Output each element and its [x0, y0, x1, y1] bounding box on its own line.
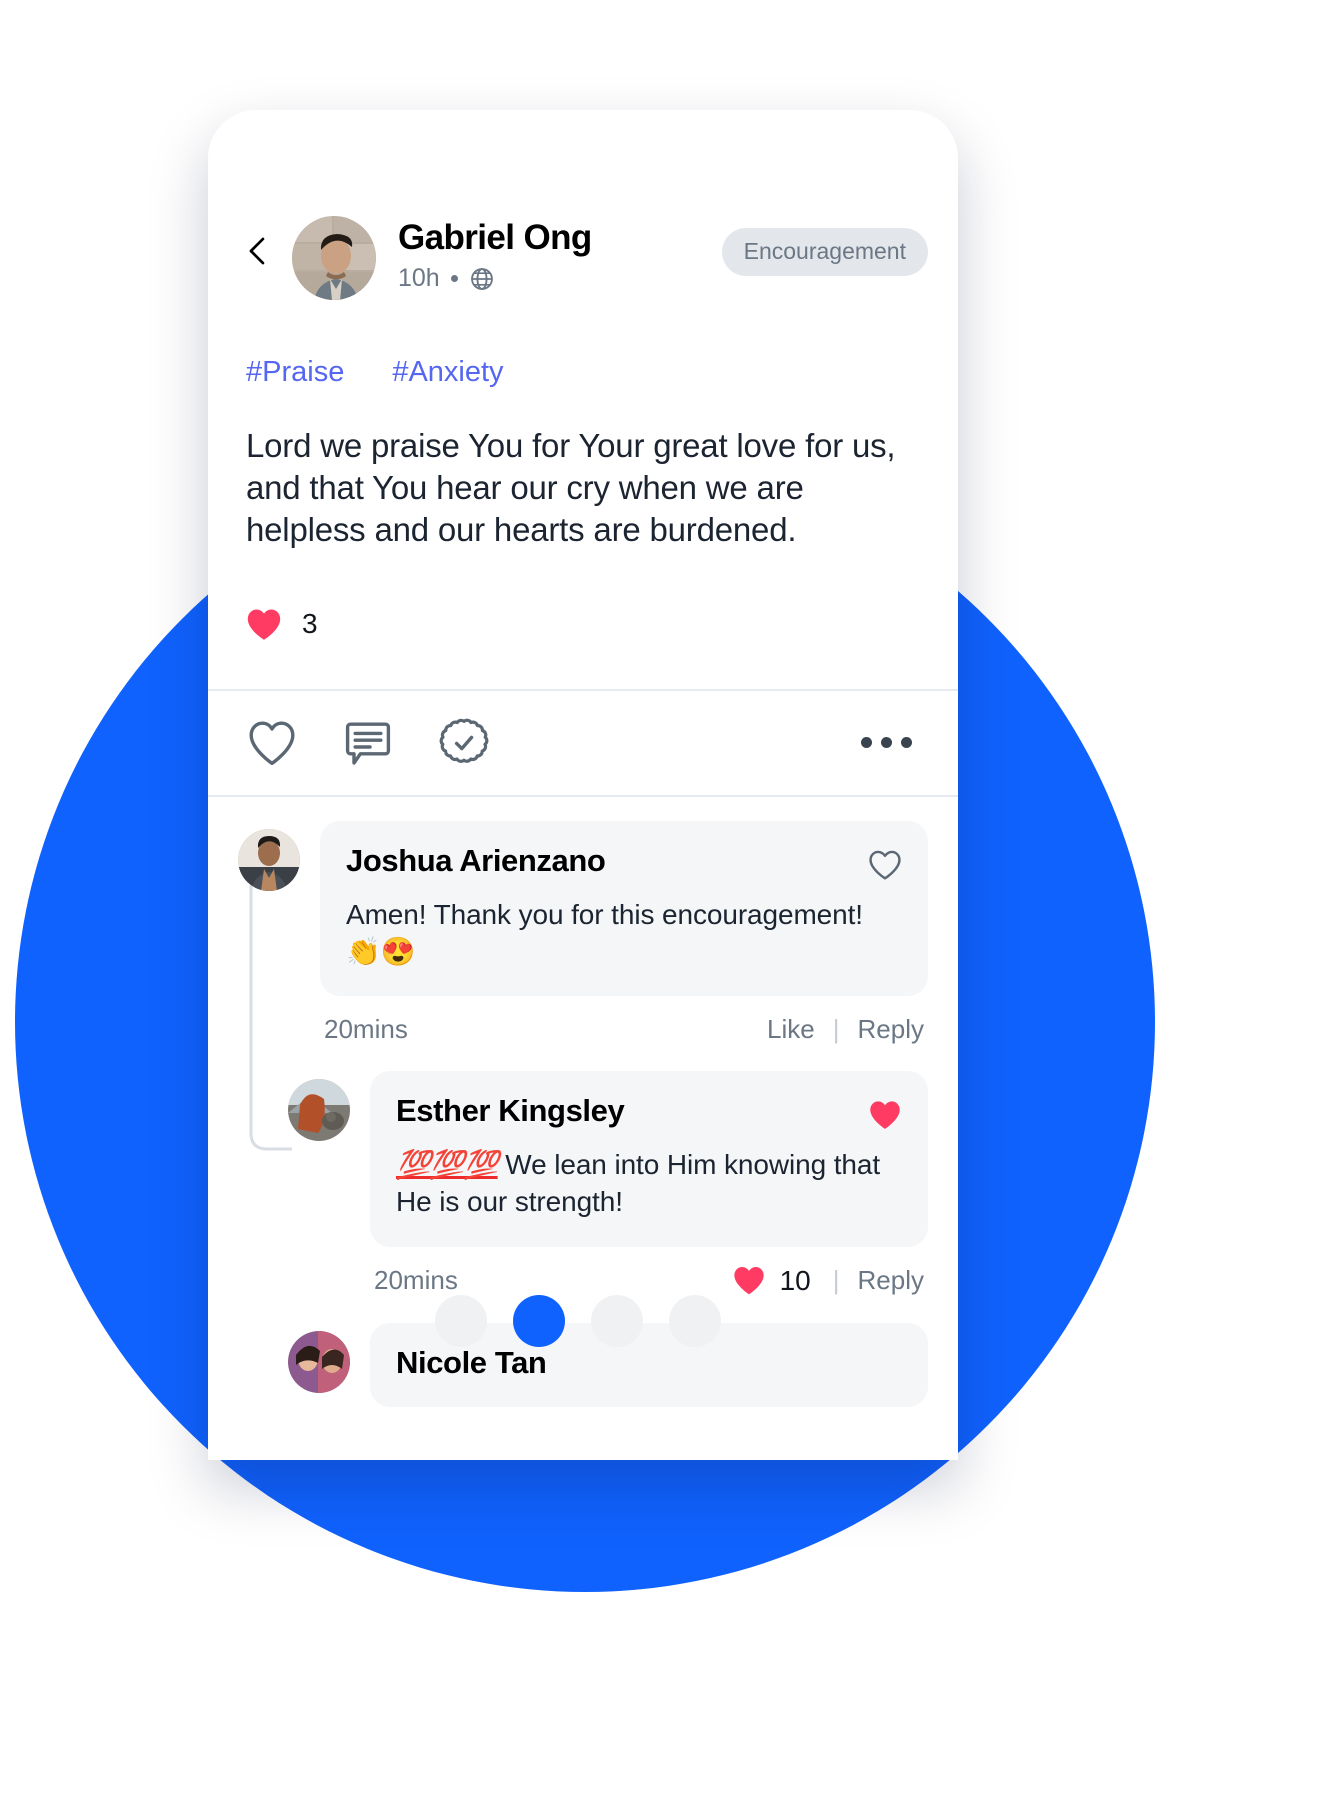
hashtag-list: #Praise #Anxiety: [208, 300, 958, 389]
comment-author: Joshua Arienzano: [346, 842, 606, 878]
meta-separator-dot: [450, 275, 458, 283]
heart-outline-icon[interactable]: [868, 848, 902, 882]
comment-body: Esther Kingsley 💯💯💯 We lean into Him kno…: [370, 1071, 928, 1296]
comment-author: Nicole Tan: [396, 1344, 547, 1380]
post-action-bar: [208, 691, 958, 795]
screenshot-root: Gabriel Ong 10h Encouragement #Praise #A…: [0, 0, 1330, 1798]
actions-separator: |: [832, 1014, 840, 1045]
back-button[interactable]: [238, 216, 278, 286]
pagination-dot-2[interactable]: [513, 1295, 565, 1347]
reaction-summary[interactable]: 3: [208, 552, 958, 641]
comment-timestamp: 20mins: [374, 1265, 458, 1296]
comment-bubble: Esther Kingsley 💯💯💯 We lean into Him kno…: [370, 1071, 928, 1247]
comment-header: Joshua Arienzano: [346, 843, 902, 882]
avatar-photo: [288, 1079, 350, 1142]
pagination-dot-4[interactable]: [669, 1295, 721, 1347]
comment-text: 💯💯💯 We lean into Him knowing that He is …: [396, 1146, 902, 1220]
comment-header: Nicole Tan: [396, 1345, 902, 1381]
comment-header: Esther Kingsley: [396, 1093, 902, 1132]
comment-actions: 20mins Like | Reply: [320, 1014, 928, 1045]
comment-body: Joshua Arienzano Amen! Thank you for thi…: [320, 820, 928, 1045]
pagination-dot-1[interactable]: [435, 1295, 487, 1347]
category-badge[interactable]: Encouragement: [721, 228, 928, 276]
comment-avatar[interactable]: [288, 1330, 350, 1393]
prayed-badge-icon[interactable]: [438, 717, 490, 769]
comment-avatar[interactable]: [238, 828, 300, 891]
comment-reply-link[interactable]: Reply: [858, 1014, 924, 1045]
heart-filled-icon[interactable]: [868, 1098, 902, 1132]
comment-bubble: Joshua Arienzano Amen! Thank you for thi…: [320, 820, 928, 997]
heart-filled-icon: [733, 1267, 764, 1295]
comment-item: Joshua Arienzano Amen! Thank you for thi…: [238, 797, 928, 1045]
heart-filled-icon: [247, 609, 281, 640]
hashtag-praise[interactable]: #Praise: [246, 356, 344, 389]
globe-icon: [470, 267, 493, 290]
comment-reply-link[interactable]: Reply: [858, 1265, 924, 1296]
heart-outline-icon[interactable]: [246, 717, 298, 769]
comment-item: Esther Kingsley 💯💯💯 We lean into Him kno…: [288, 1045, 928, 1296]
comment-author: Esther Kingsley: [396, 1093, 625, 1129]
post-body-text: Lord we praise You for Your great love f…: [246, 427, 896, 549]
hashtag-anxiety[interactable]: #Anxiety: [392, 356, 503, 389]
avatar-photo: [238, 828, 300, 891]
comment-icon[interactable]: [342, 717, 394, 769]
pagination-dot-3[interactable]: [591, 1295, 643, 1347]
phone-mockup: Gabriel Ong 10h Encouragement #Praise #A…: [208, 110, 958, 1460]
post-header: Gabriel Ong 10h Encouragement: [208, 110, 958, 300]
author-avatar[interactable]: [292, 216, 376, 300]
comment-like-count[interactable]: 10: [732, 1265, 811, 1297]
chevron-left-icon: [249, 237, 265, 265]
post-time: 10h: [398, 264, 440, 293]
comment-actions: 20mins 10 | Reply: [370, 1265, 928, 1297]
more-horizontal-icon[interactable]: [851, 727, 922, 758]
comment-like-link[interactable]: Like: [767, 1014, 815, 1045]
avatar-photo: [288, 1330, 350, 1393]
actions-separator: |: [832, 1265, 840, 1296]
reaction-count: 3: [302, 608, 318, 640]
pagination-dots: [435, 1295, 721, 1347]
comment-timestamp: 20mins: [324, 1014, 408, 1045]
comment-text: Amen! Thank you for this encouragement! …: [346, 898, 863, 967]
like-count-value: 10: [779, 1264, 811, 1296]
hundred-emoji: 💯💯💯: [396, 1149, 499, 1181]
comment-avatar[interactable]: [288, 1079, 350, 1142]
avatar-photo: [292, 216, 376, 300]
